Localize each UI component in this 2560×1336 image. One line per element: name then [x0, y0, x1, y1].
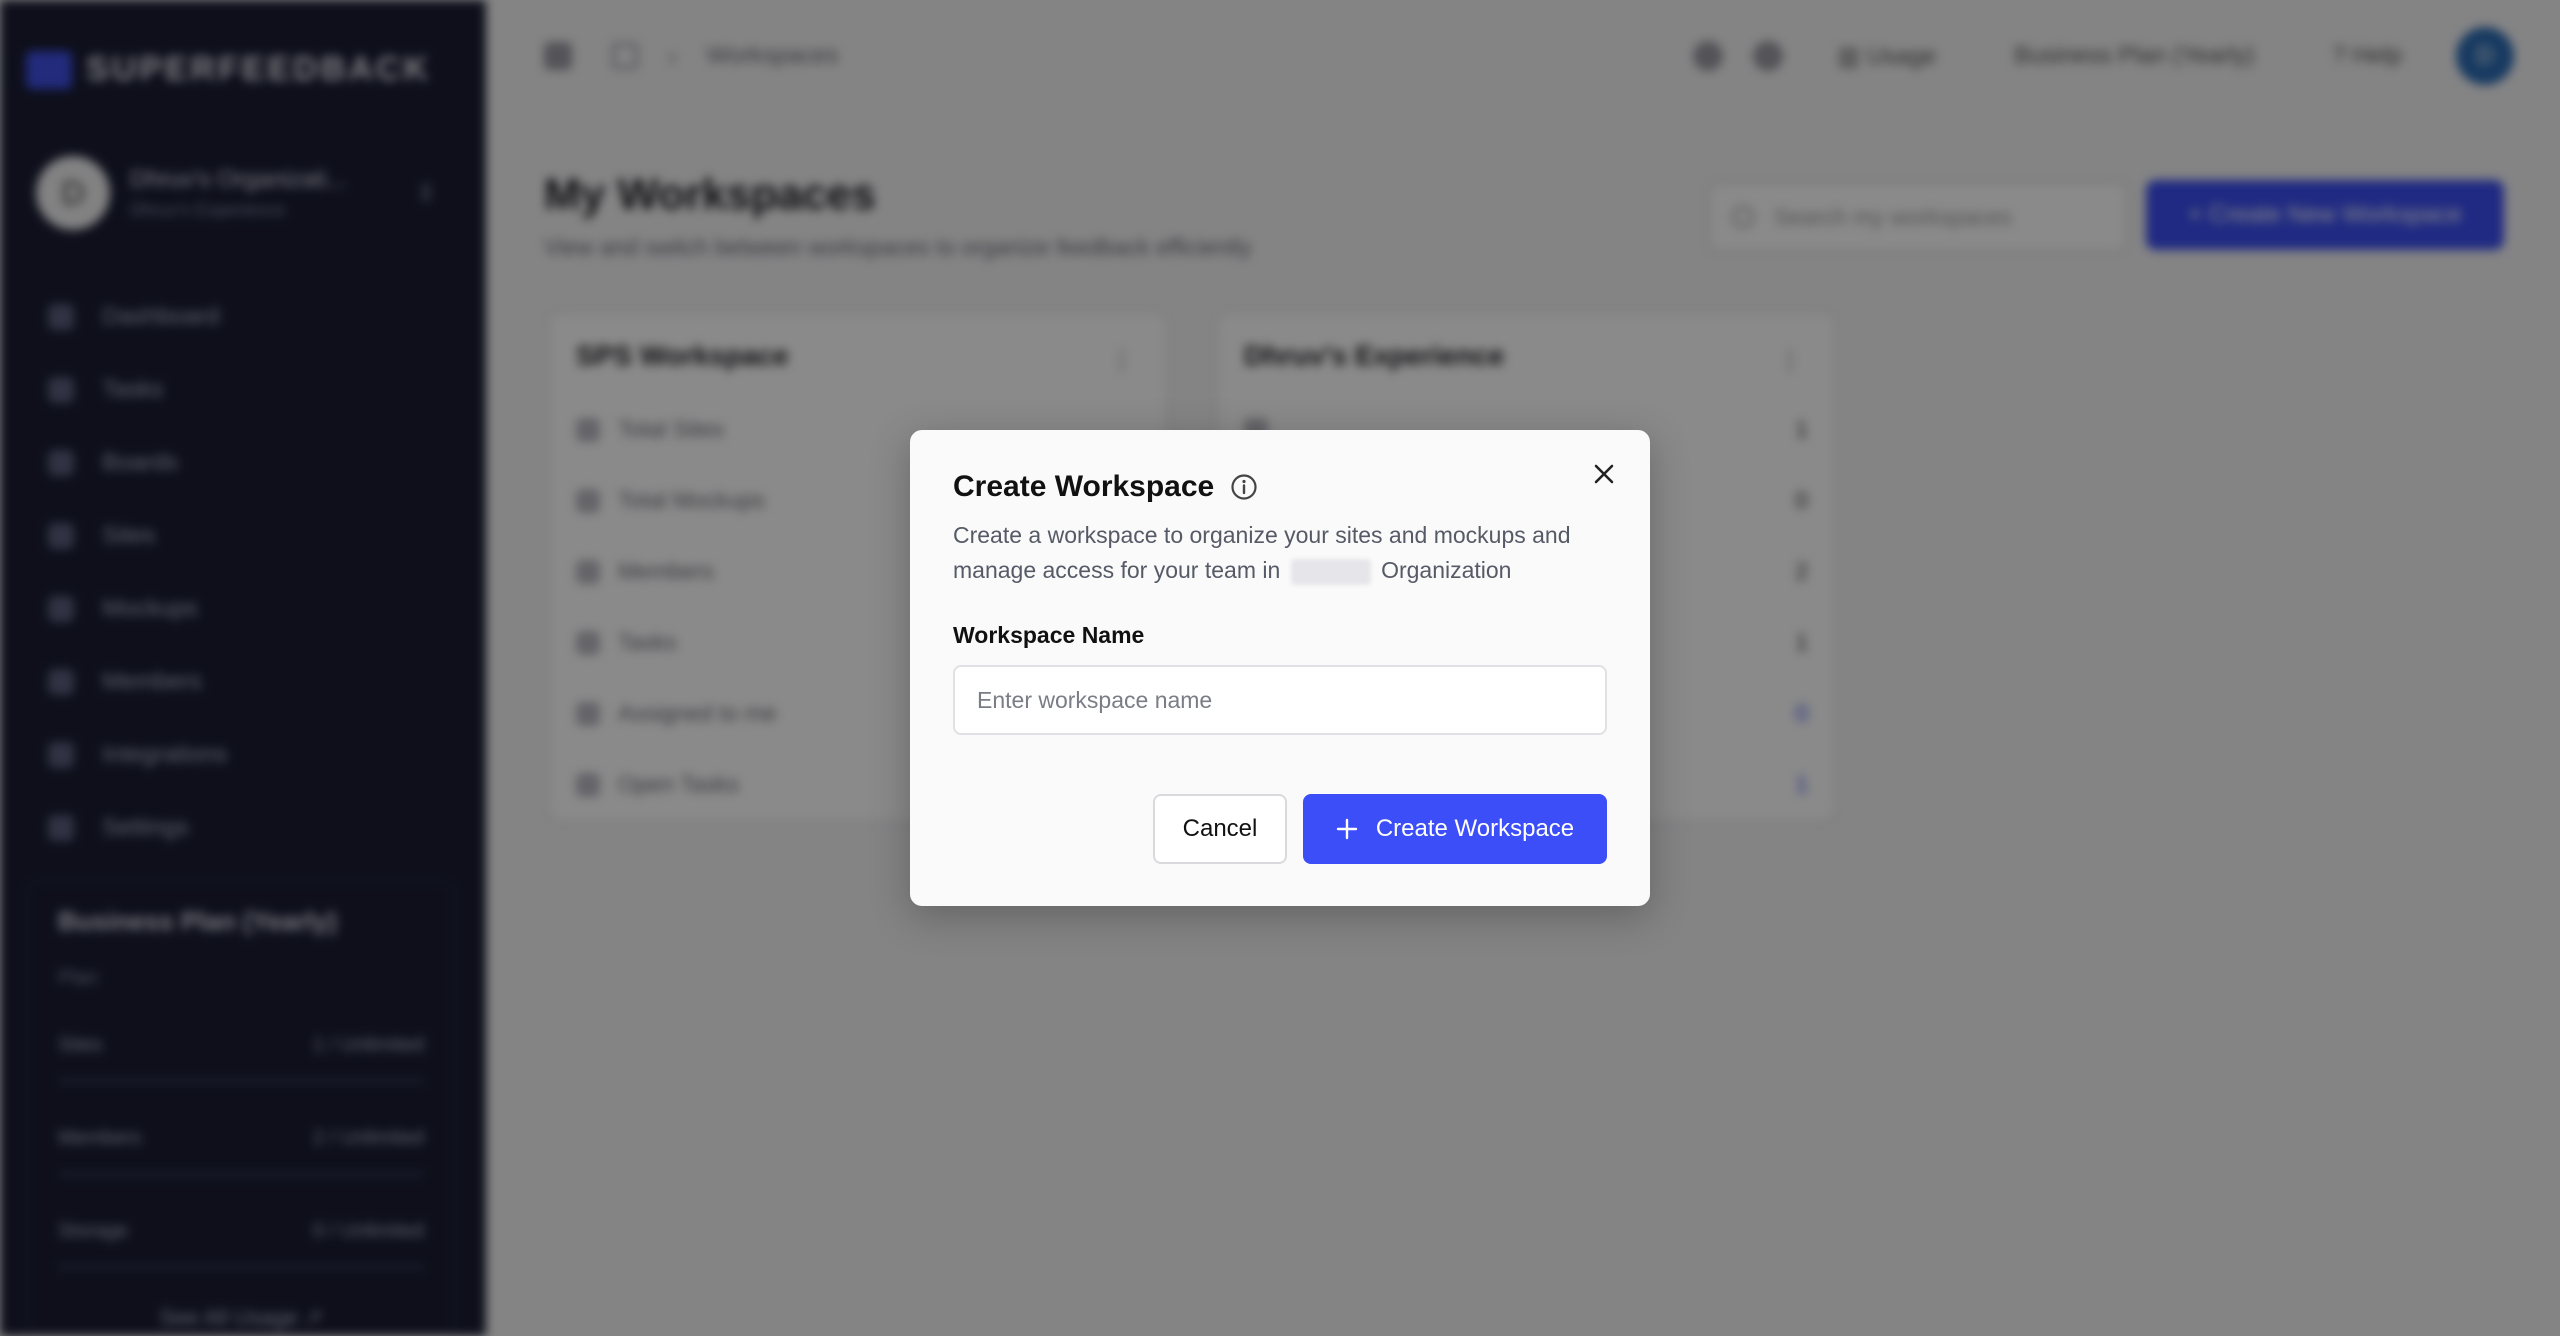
dialog-title: Create Workspace: [953, 470, 1215, 503]
close-button[interactable]: [1586, 456, 1622, 492]
workspace-name-label: Workspace Name: [953, 622, 1145, 648]
dialog-actions: Cancel Create Workspace: [1153, 794, 1607, 864]
dialog-description: Create a workspace to organize your site…: [953, 518, 1613, 588]
workspace-name-input[interactable]: [953, 665, 1607, 735]
info-icon[interactable]: [1230, 473, 1258, 501]
redacted-org-name: [1290, 558, 1371, 585]
close-icon: [1594, 464, 1614, 484]
dialog-header: Create Workspace: [953, 470, 1607, 504]
create-workspace-label: Create Workspace: [1375, 815, 1575, 842]
description-text-end: Organization: [1381, 557, 1512, 583]
plus-icon: [1336, 818, 1358, 840]
create-workspace-dialog: Create Workspace Create a workspace to o…: [910, 430, 1650, 906]
cancel-button[interactable]: Cancel: [1153, 794, 1287, 864]
create-workspace-button[interactable]: Create Workspace: [1303, 794, 1607, 864]
